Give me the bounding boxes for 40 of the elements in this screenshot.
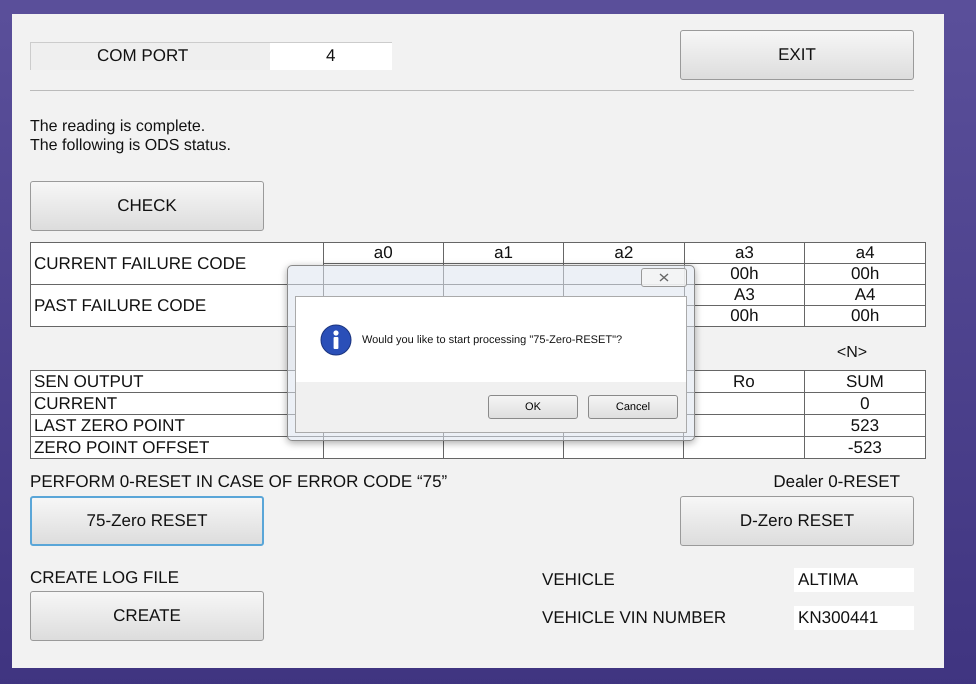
dealer-reset-caption: Dealer 0-RESET <box>773 472 900 492</box>
table-cell: SUM <box>846 372 884 391</box>
create-button[interactable]: CREATE <box>30 591 264 641</box>
status-message: The following is ODS status. <box>30 136 232 155</box>
table-cell: 00h <box>730 306 759 325</box>
table-cell: 0 <box>860 394 870 413</box>
table-cell: a0 <box>374 243 393 262</box>
table-cell: Ro <box>733 372 755 391</box>
reset-caption: PERFORM 0-RESET IN CASE OF ERROR CODE “75” <box>30 472 448 492</box>
unit-label: <N> <box>836 344 868 363</box>
check-button[interactable]: CHECK <box>30 181 264 231</box>
table-cell: a4 <box>856 243 875 262</box>
dealer-reset-button[interactable]: D-Zero RESET <box>680 496 914 546</box>
table-cell: 00h <box>850 264 880 283</box>
table-cell: A3 <box>734 285 755 304</box>
table-cell: ZERO POINT OFFSET <box>30 436 324 458</box>
table-cell: A4 <box>854 285 876 304</box>
table-cell: 00h <box>730 264 759 283</box>
log-file-caption: CREATE LOG FILE <box>30 568 180 588</box>
table-cell: 523 <box>850 416 880 435</box>
vehicle-label: VEHICLE VIN NUMBER <box>542 608 728 628</box>
table-cell: a2 <box>614 243 634 262</box>
exit-button[interactable]: EXIT <box>680 30 914 80</box>
dialog-message: Would you like to start processing "75-Zero-RESET"? <box>362 334 622 346</box>
table-cell: -523 <box>848 438 882 457</box>
vehicle-field[interactable]: KN300441 <box>794 606 914 630</box>
info-icon <box>320 324 352 356</box>
zero-reset-button[interactable]: 75-Zero RESET <box>30 496 264 546</box>
close-icon <box>659 273 669 282</box>
vehicle-label: VEHICLE <box>542 570 616 590</box>
close-button[interactable] <box>641 268 687 287</box>
table-cell: a1 <box>494 243 513 262</box>
vehicle-field[interactable]: ALTIMA <box>794 568 914 592</box>
table-cell: 00h <box>850 306 880 325</box>
table-cell: CURRENT FAILURE CODE <box>30 242 324 284</box>
dialog-button[interactable]: Cancel <box>588 395 678 419</box>
com-port-field[interactable]: 4 <box>270 43 392 70</box>
status-message: The reading is complete. <box>30 117 206 136</box>
dialog-button[interactable]: OK <box>488 395 578 419</box>
table-cell: a3 <box>734 243 754 262</box>
